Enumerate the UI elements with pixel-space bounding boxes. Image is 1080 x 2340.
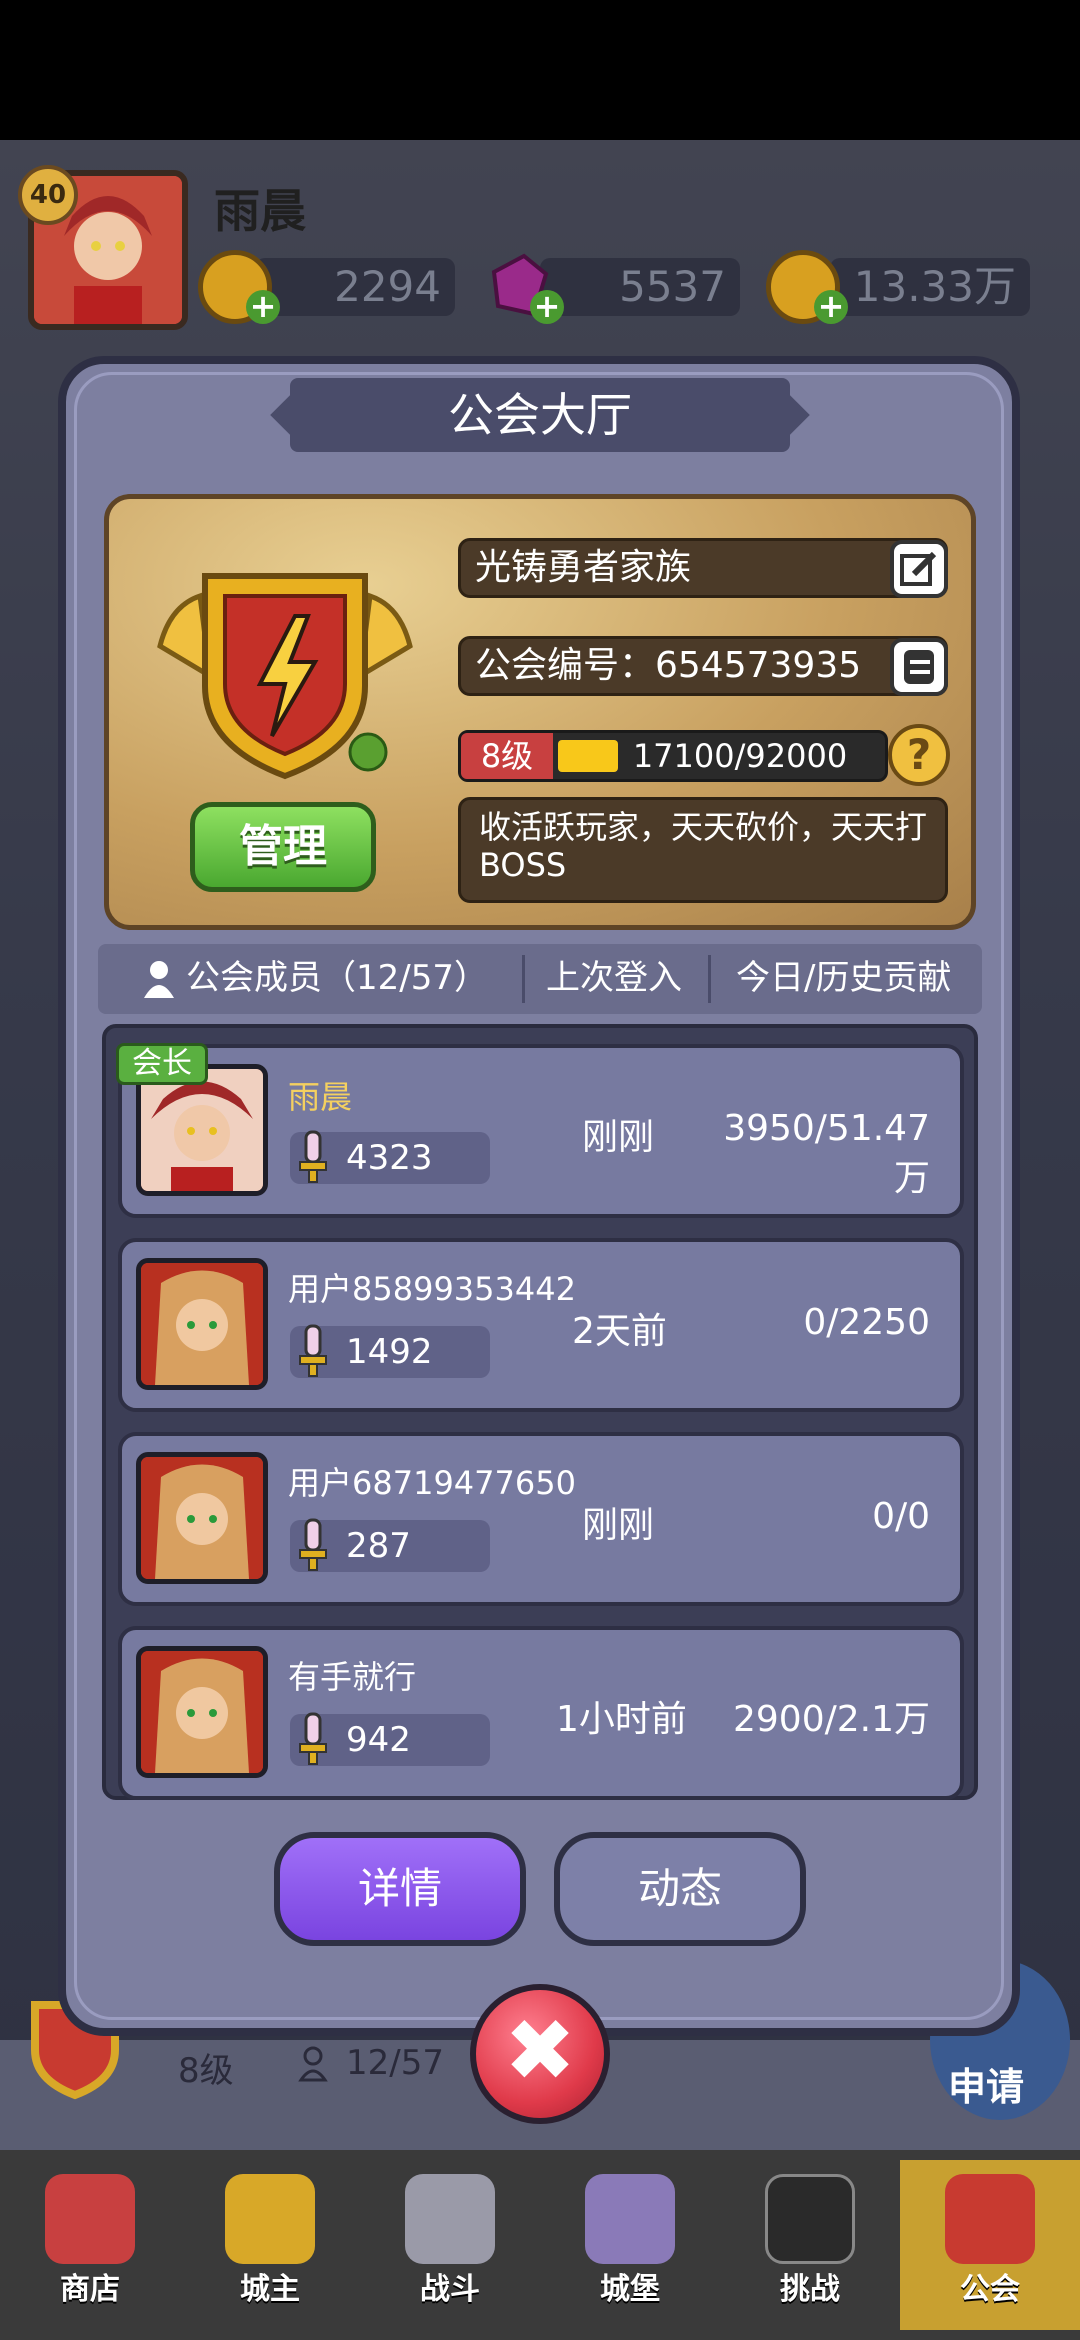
nav-shop[interactable]: 商店 bbox=[0, 2160, 180, 2330]
member-contribution: 3950/51.47万 bbox=[723, 1108, 930, 1199]
guild-summary-level: 8级 bbox=[178, 2051, 234, 2091]
nav-challenge[interactable]: 挑战 bbox=[720, 2160, 900, 2330]
guild-id-field: 公会编号：654573935 bbox=[458, 636, 948, 696]
guild-level-tag: 8级 bbox=[461, 733, 553, 779]
guild-emblem-icon bbox=[150, 566, 420, 786]
member-contribution: 2900/2.1万 bbox=[733, 1699, 930, 1740]
member-avatar[interactable] bbox=[136, 1258, 268, 1390]
nav-guild[interactable]: 公会 bbox=[900, 2160, 1080, 2330]
crossed-swords-icon bbox=[405, 2174, 495, 2264]
demon-icon bbox=[765, 2174, 855, 2264]
copy-id-button[interactable] bbox=[890, 638, 948, 696]
star-coin-resource-bar: 13.33万 bbox=[830, 258, 1030, 316]
help-question-icon[interactable]: ? bbox=[888, 724, 950, 786]
copy-icon bbox=[904, 650, 934, 684]
nav-castle[interactable]: 城堡 bbox=[540, 2160, 720, 2330]
edit-pencil-icon bbox=[900, 551, 937, 586]
default-portrait-icon bbox=[141, 1457, 263, 1579]
nav-label: 挑战 bbox=[780, 2272, 840, 2307]
sword-power-icon bbox=[298, 1712, 328, 1766]
guild-summary-members: 12/57 bbox=[346, 2043, 444, 2083]
nav-lord[interactable]: 城主 bbox=[180, 2160, 360, 2330]
nav-label: 商店 bbox=[60, 2272, 120, 2307]
add-gold-plus-icon[interactable]: + bbox=[246, 290, 280, 324]
apply-label: 申请 bbox=[948, 2065, 1025, 2109]
leader-portrait-icon bbox=[141, 1069, 263, 1191]
members-count-header: 公会成员（12/57） bbox=[186, 958, 488, 998]
default-portrait-icon bbox=[141, 1651, 263, 1773]
details-button[interactable]: 详情 bbox=[274, 1832, 526, 1946]
guild-name: 光铸勇者家族 bbox=[475, 547, 692, 588]
member-name: 用户85899353442 bbox=[288, 1270, 576, 1308]
header-divider bbox=[708, 955, 711, 1003]
gold-resource-bar: 2294 bbox=[255, 258, 455, 316]
member-contribution: 0/2250 bbox=[803, 1302, 930, 1343]
last-login-header: 上次登入 bbox=[546, 958, 682, 998]
member-last-login: 2天前 bbox=[572, 1311, 667, 1352]
member-count-person-icon bbox=[298, 2046, 328, 2082]
member-last-login: 1小时前 bbox=[556, 1699, 687, 1740]
sword-power-icon bbox=[298, 1324, 328, 1378]
member-contribution: 0/0 bbox=[872, 1496, 930, 1537]
nav-battle[interactable]: 战斗 bbox=[360, 2160, 540, 2330]
guild-id: 公会编号：654573935 bbox=[475, 645, 862, 686]
crown-icon bbox=[225, 2174, 315, 2264]
member-avatar[interactable] bbox=[136, 1646, 268, 1778]
activity-button[interactable]: 动态 bbox=[554, 1832, 806, 1946]
contribution-header: 今日/历史贡献 bbox=[736, 958, 952, 998]
guild-xp-text: 17100/92000 bbox=[632, 737, 848, 775]
edit-name-button[interactable] bbox=[890, 540, 948, 598]
add-star-coin-plus-icon[interactable]: + bbox=[814, 290, 848, 324]
player-name: 雨晨 bbox=[214, 184, 306, 238]
nav-label: 战斗 bbox=[420, 2272, 480, 2307]
member-name: 用户68719477650 bbox=[288, 1464, 576, 1502]
nav-label: 城堡 bbox=[600, 2272, 660, 2307]
sword-power-icon bbox=[298, 1518, 328, 1572]
default-portrait-icon bbox=[141, 1263, 263, 1385]
member-name: 有手就行 bbox=[288, 1658, 417, 1696]
guild-name-field: 光铸勇者家族 bbox=[458, 538, 948, 598]
panel-title: 公会大厅 bbox=[290, 378, 790, 452]
header-divider bbox=[522, 955, 525, 1003]
add-gem-plus-icon[interactable]: + bbox=[530, 290, 564, 324]
guild-banner-icon bbox=[945, 2174, 1035, 2264]
member-last-login: 刚刚 bbox=[582, 1505, 655, 1546]
close-button[interactable]: ✖ bbox=[470, 1984, 610, 2124]
nav-label: 公会 bbox=[960, 2272, 1020, 2307]
nav-label: 城主 bbox=[240, 2272, 300, 2307]
person-icon bbox=[142, 960, 176, 998]
shop-icon bbox=[45, 2174, 135, 2264]
castle-icon bbox=[585, 2174, 675, 2264]
member-last-login: 刚刚 bbox=[582, 1117, 655, 1158]
player-level-badge: 40 bbox=[18, 165, 78, 225]
member-name: 雨晨 bbox=[288, 1078, 353, 1116]
leader-badge: 会长 bbox=[116, 1043, 208, 1085]
sword-power-icon bbox=[298, 1130, 328, 1184]
member-avatar[interactable] bbox=[136, 1452, 268, 1584]
manage-button[interactable]: 管理 bbox=[190, 802, 376, 892]
gem-resource-bar: 5537 bbox=[540, 258, 740, 316]
guild-slogan: 收活跃玩家，天天砍价，天天打BOSS bbox=[458, 797, 948, 903]
